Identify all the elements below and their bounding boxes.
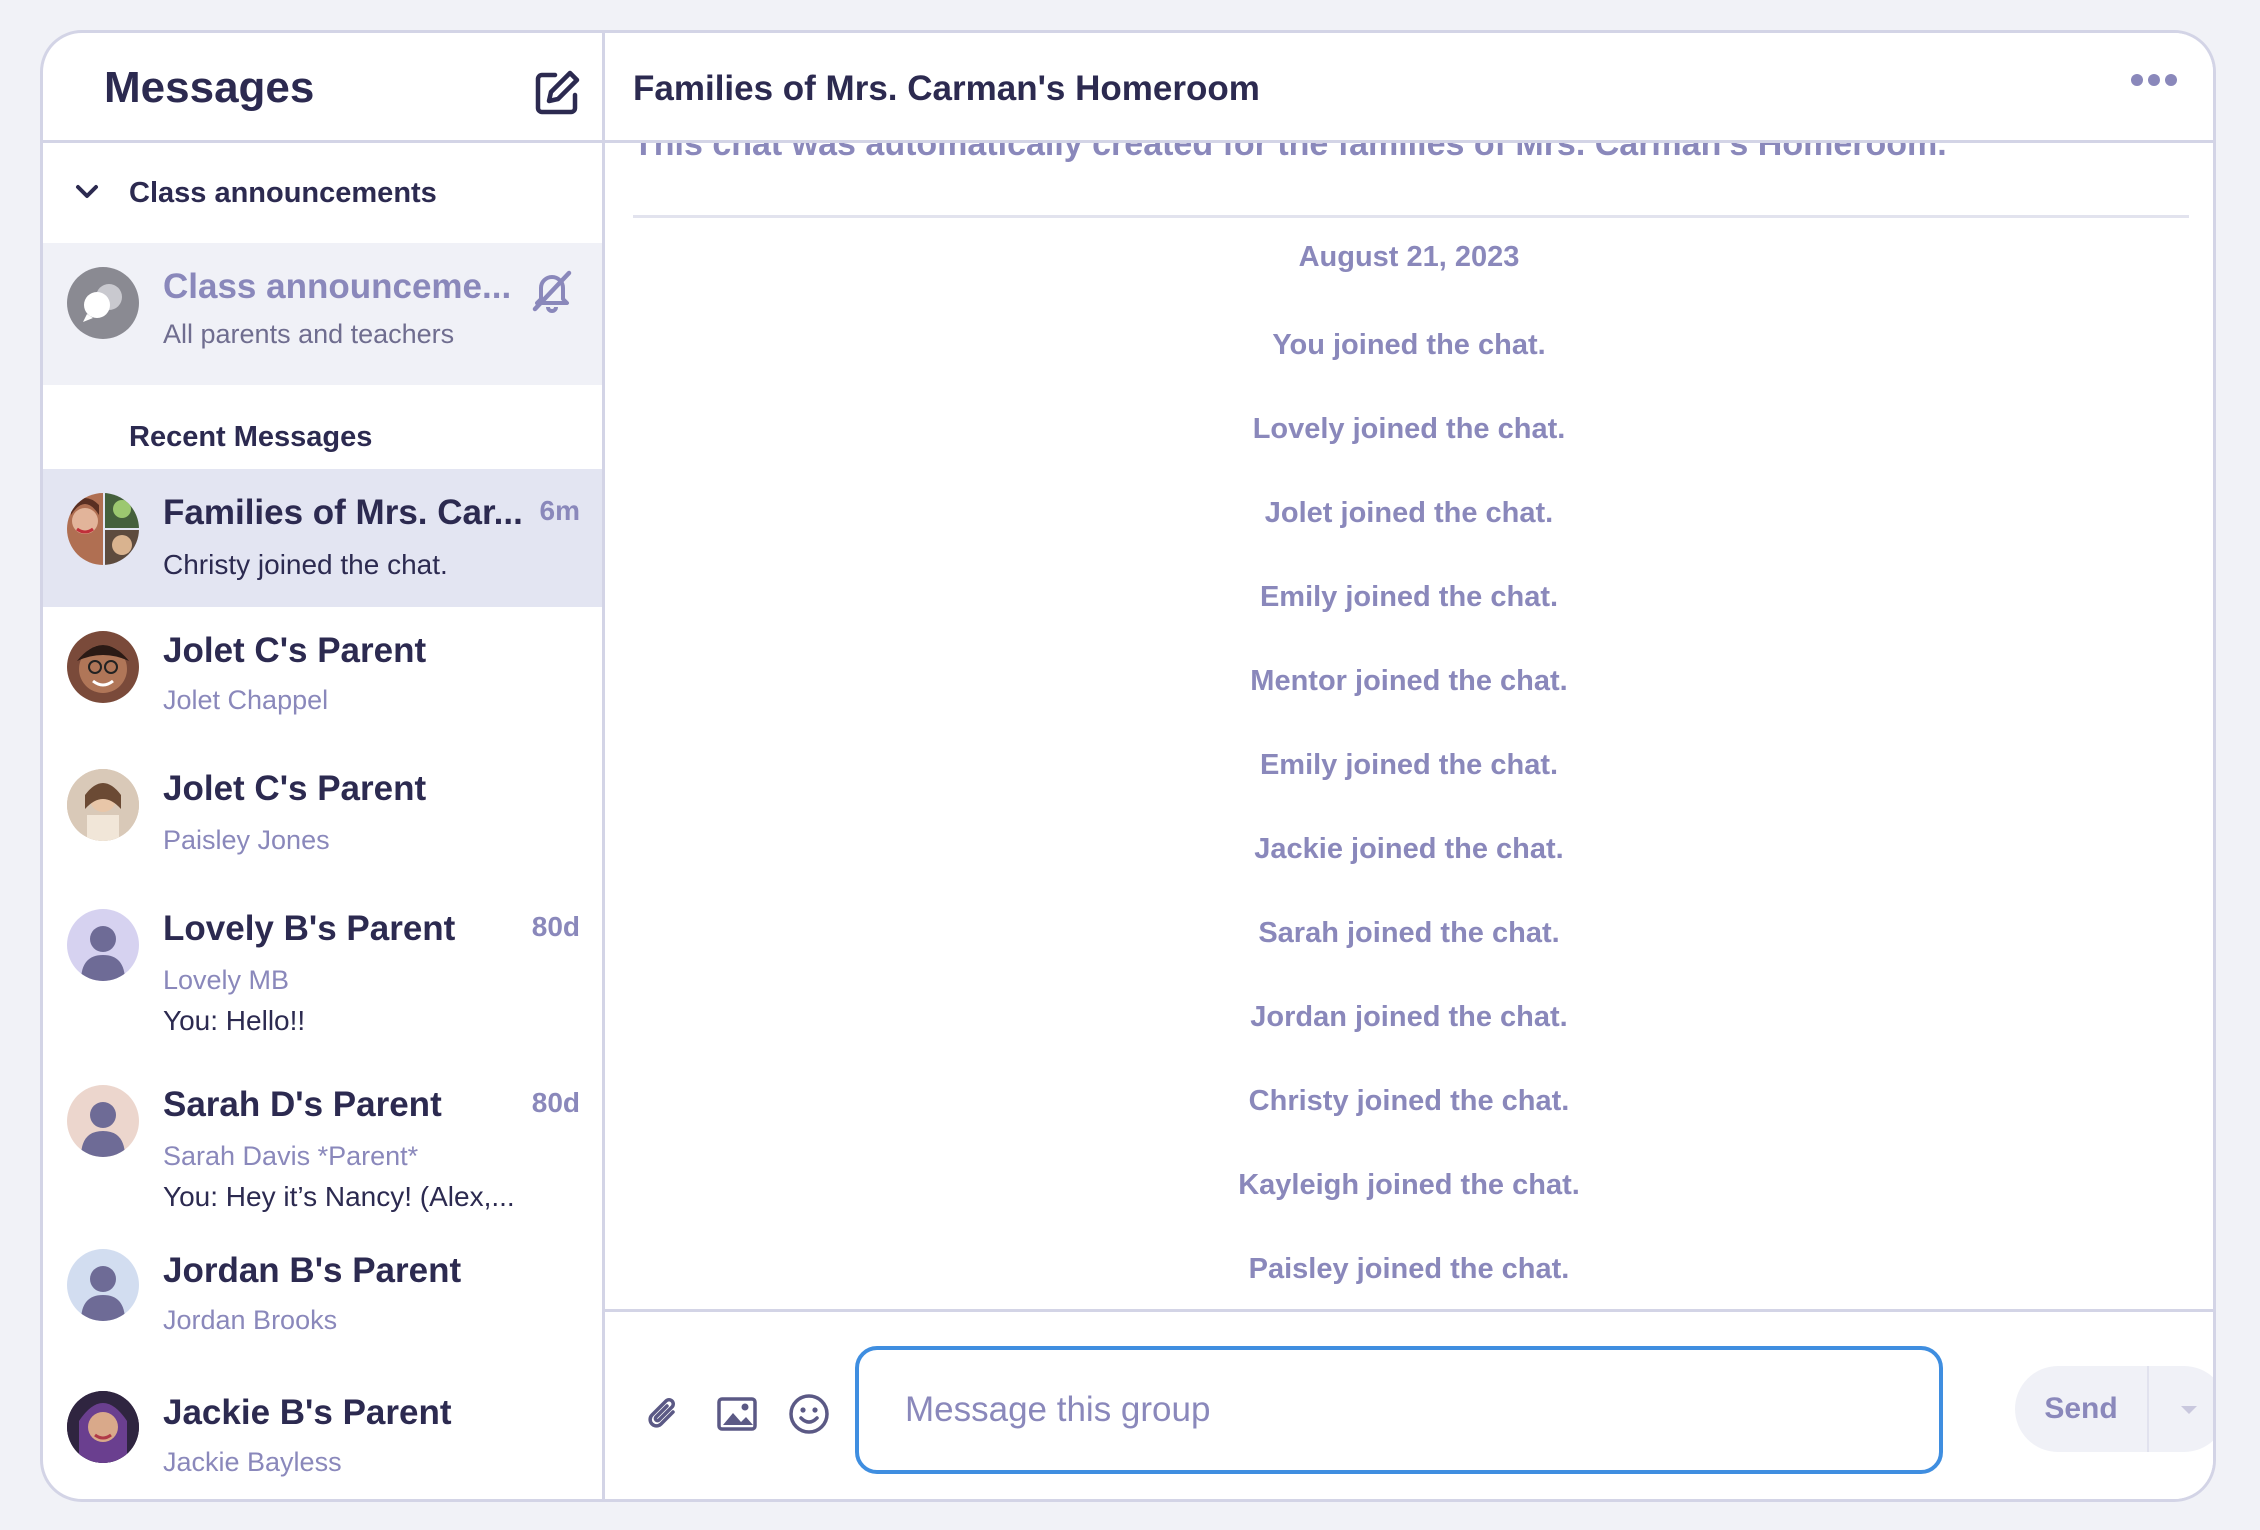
announcement-item[interactable]: Class announceme... All parents and teac… xyxy=(43,243,602,385)
sidebar: Messages Class announcements Class annou… xyxy=(43,33,605,1499)
recent-messages-label: Recent Messages xyxy=(129,421,373,453)
send-button[interactable]: Send xyxy=(2015,1366,2147,1452)
system-event: Jordan joined the chat. xyxy=(1250,1001,1568,1033)
date-separator: August 21, 2023 xyxy=(1298,241,1520,273)
message-feed[interactable]: This chat was automatically created for … xyxy=(605,143,2213,1339)
conversation-subtitle: Lovely MB xyxy=(163,965,290,995)
mute-icon xyxy=(532,270,572,313)
system-event: Sarah joined the chat. xyxy=(1258,917,1560,949)
chat-title: Families of Mrs. Carman's Homeroom xyxy=(633,69,1260,108)
messages-app: Messages Class announcements Class annou… xyxy=(40,30,2216,1502)
recent-messages-header: Recent Messages xyxy=(43,385,602,469)
system-event: Jackie joined the chat. xyxy=(1254,833,1564,865)
paperclip-icon[interactable] xyxy=(643,1392,687,1436)
chevron-down-icon xyxy=(76,185,98,198)
image-icon[interactable] xyxy=(715,1392,759,1436)
conversation-item[interactable]: Families of Mrs. Car... 6m Christy joine… xyxy=(43,469,602,607)
sidebar-header: Messages xyxy=(43,33,602,143)
conversation-item[interactable]: Jolet C's Parent Paisley Jones xyxy=(43,747,602,889)
conversation-item[interactable]: Sarah D's Parent 80d Sarah Davis *Parent… xyxy=(43,1065,602,1243)
message-input[interactable] xyxy=(855,1346,1943,1474)
parent-avatar xyxy=(67,631,139,703)
parent-avatar xyxy=(67,1249,139,1321)
system-event: Emily joined the chat. xyxy=(1259,581,1559,613)
divider xyxy=(633,215,2189,218)
send-control: Send xyxy=(2015,1366,2213,1452)
system-events: You joined the chat. Lovely joined the c… xyxy=(605,325,2213,1333)
conversation-subtitle: Paisley Jones xyxy=(163,825,330,855)
sidebar-title: Messages xyxy=(104,63,315,112)
conversation-subtitle: Jordan Brooks xyxy=(163,1305,338,1335)
conversation-title: Jolet C's Parent xyxy=(163,769,427,808)
conversation-title: Jackie B's Parent xyxy=(163,1393,452,1432)
conversation-subtitle: Sarah Davis *Parent* xyxy=(163,1141,419,1171)
system-event: You joined the chat. xyxy=(1272,329,1546,361)
conversation-title: Families of Mrs. Car... xyxy=(163,493,523,532)
system-event: Lovely joined the chat. xyxy=(1252,413,1566,445)
conversation-title: Jordan B's Parent xyxy=(163,1251,462,1290)
person-silhouette-icon xyxy=(81,1266,125,1321)
system-event: Christy joined the chat. xyxy=(1248,1085,1570,1117)
conversation-title: Sarah D's Parent xyxy=(163,1085,442,1124)
composer: Send xyxy=(605,1309,2213,1499)
conversation-subtitle: Jolet Chappel xyxy=(163,685,329,715)
person-silhouette-icon xyxy=(81,926,125,981)
announcement-avatar xyxy=(67,267,139,339)
group-avatar xyxy=(67,493,139,565)
announcement-title: Class announceme... xyxy=(163,267,512,306)
send-divider xyxy=(2147,1366,2149,1452)
conversation-subtitle: Jackie Bayless xyxy=(163,1447,342,1477)
conversation-item[interactable]: Jolet C's Parent Jolet Chappel xyxy=(43,607,602,747)
emoji-icon[interactable] xyxy=(787,1392,831,1436)
conversation-title: Jolet C's Parent xyxy=(163,631,427,670)
more-options-icon[interactable] xyxy=(2131,73,2191,97)
chat-bubbles-icon xyxy=(83,284,122,322)
parent-avatar xyxy=(67,1391,139,1463)
conversation-time: 6m xyxy=(539,495,580,526)
parent-avatar xyxy=(67,769,139,841)
conversation-time: 80d xyxy=(531,1087,580,1118)
auto-created-note: This chat was automatically created for … xyxy=(633,143,1947,163)
caret-down-icon[interactable] xyxy=(2167,1390,2211,1428)
compose-icon[interactable] xyxy=(533,69,581,117)
system-event: Jolet joined the chat. xyxy=(1264,497,1554,529)
system-event: Emily joined the chat. xyxy=(1259,749,1559,781)
conversation-time: 80d xyxy=(531,911,580,942)
conversation-preview: You: Hey it’s Nancy! (Alex,... xyxy=(163,1181,515,1212)
person-silhouette-icon xyxy=(81,1102,125,1157)
conversation-preview: Christy joined the chat. xyxy=(163,549,448,580)
conversation-item[interactable]: Jordan B's Parent Jordan Brooks xyxy=(43,1243,602,1385)
conversation-title: Lovely B's Parent xyxy=(163,909,456,948)
system-event: Kayleigh joined the chat. xyxy=(1238,1169,1580,1201)
section-label: Class announcements xyxy=(129,177,437,209)
system-event: Mentor joined the chat. xyxy=(1250,665,1568,697)
conversation-item[interactable]: Jackie B's Parent Jackie Bayless xyxy=(43,1385,602,1499)
chat-pane: Families of Mrs. Carman's Homeroom This … xyxy=(605,33,2213,1499)
class-announcements-toggle[interactable]: Class announcements xyxy=(43,143,602,243)
parent-avatar xyxy=(67,909,139,981)
chat-header: Families of Mrs. Carman's Homeroom xyxy=(605,33,2213,143)
parent-avatar xyxy=(67,1085,139,1157)
conversation-item[interactable]: Lovely B's Parent 80d Lovely MB You: Hel… xyxy=(43,889,602,1065)
announcement-subtitle: All parents and teachers xyxy=(163,319,455,349)
conversation-preview: You: Hello!! xyxy=(163,1005,306,1036)
